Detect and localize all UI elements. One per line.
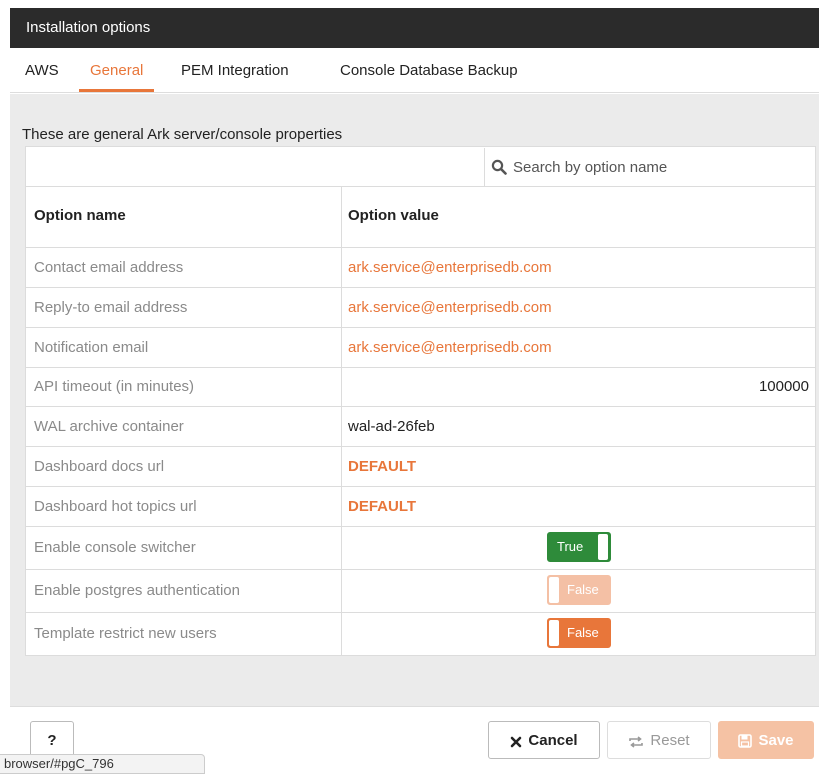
option-name-wal-archive-container: WAL archive container <box>34 418 184 435</box>
save-icon <box>738 734 753 748</box>
save-button-label: Save <box>758 732 794 749</box>
search-input[interactable] <box>511 148 815 186</box>
option-name-notification-email: Notification email <box>34 339 149 356</box>
grid-line <box>25 486 816 487</box>
dialog-title: Installation options <box>10 8 819 48</box>
reset-button[interactable]: Reset <box>607 721 711 759</box>
option-value-wal-archive-container[interactable]: wal-ad-26feb <box>348 418 435 435</box>
tab-console-database-backup[interactable]: Console Database Backup <box>340 48 518 92</box>
browser-status-url: browser/#pgC_796 <box>0 754 205 774</box>
option-name-enable-console-switcher: Enable console switcher <box>34 539 196 556</box>
toggle-enable-console-switcher[interactable]: True <box>547 532 611 562</box>
grid-line <box>25 406 816 407</box>
toggle-label: True <box>557 539 584 554</box>
grid-line <box>25 247 816 248</box>
grid-line <box>25 569 816 570</box>
toggle-label: False <box>567 625 599 640</box>
tab-general[interactable]: General <box>79 48 155 92</box>
column-header-option-value[interactable]: Option value <box>348 207 439 224</box>
option-name-dashboard-hot-topics-url: Dashboard hot topics url <box>34 498 197 515</box>
option-name-reply-to-email: Reply-to email address <box>34 299 188 316</box>
grid-line <box>25 327 816 328</box>
grid-line <box>25 526 816 527</box>
option-value-reply-to-email[interactable]: ark.service@enterprisedb.com <box>348 299 552 316</box>
search-icon <box>491 159 507 175</box>
toggle-knob <box>549 577 559 603</box>
option-value-api-timeout[interactable]: 100000 <box>759 378 809 395</box>
option-value-dashboard-docs-url[interactable]: DEFAULT <box>348 458 416 475</box>
option-value-contact-email[interactable]: ark.service@enterprisedb.com <box>348 259 552 276</box>
tab-pem-integration[interactable]: PEM Integration <box>181 48 289 92</box>
grid-line <box>25 186 816 187</box>
grid-line <box>25 446 816 447</box>
option-value-dashboard-hot-topics-url[interactable]: DEFAULT <box>348 498 416 515</box>
toggle-label: False <box>567 582 599 597</box>
tab-aws[interactable]: AWS <box>25 48 59 92</box>
search-box <box>484 148 815 186</box>
cancel-button[interactable]: Cancel <box>488 721 600 759</box>
reset-button-label: Reset <box>650 732 690 749</box>
save-button[interactable]: Save <box>718 721 814 759</box>
close-icon <box>511 736 522 748</box>
option-name-api-timeout: API timeout (in minutes) <box>34 378 195 395</box>
toggle-template-restrict-new-users[interactable]: False <box>547 618 611 648</box>
option-name-template-restrict-new-users: Template restrict new users <box>34 625 217 642</box>
option-name-enable-postgres-auth: Enable postgres authentication <box>34 582 240 599</box>
toggle-enable-postgres-auth[interactable]: False <box>547 575 611 605</box>
toggle-knob <box>549 620 559 646</box>
grid-line <box>25 612 816 613</box>
column-header-option-name[interactable]: Option name <box>34 207 126 224</box>
grid-line <box>25 367 816 368</box>
cancel-button-label: Cancel <box>528 732 578 749</box>
option-name-contact-email: Contact email address <box>34 259 184 276</box>
option-value-notification-email[interactable]: ark.service@enterprisedb.com <box>348 339 552 356</box>
refresh-icon <box>629 736 644 748</box>
grid-line <box>25 287 816 288</box>
tab-bar: AWS General PEM Integration Console Data… <box>10 48 819 93</box>
option-name-dashboard-docs-url: Dashboard docs url <box>34 458 165 475</box>
toggle-knob <box>598 534 608 560</box>
grid-column-divider <box>341 187 342 656</box>
general-description: These are general Ark server/console pro… <box>22 126 343 143</box>
